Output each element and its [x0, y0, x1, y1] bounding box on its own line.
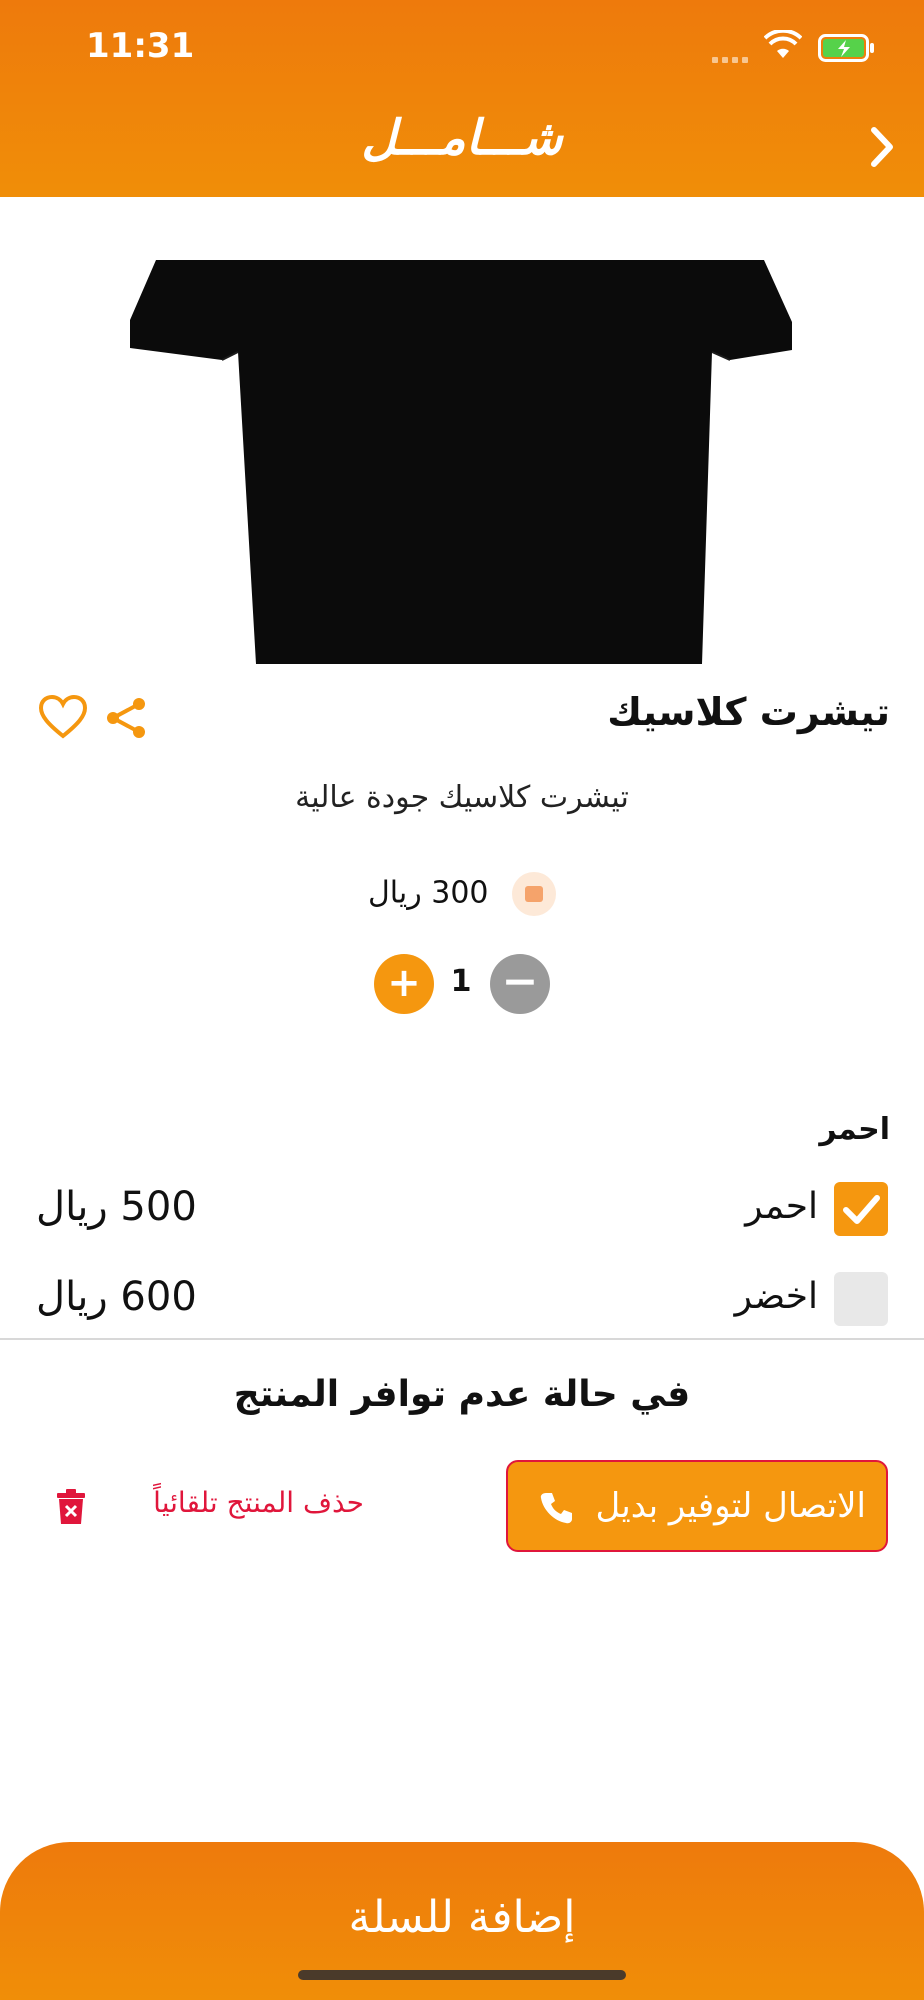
option-price: 500 ريال: [36, 1184, 197, 1230]
check-icon: [843, 1195, 880, 1224]
option-price: 600 ريال: [36, 1274, 197, 1320]
call-alternative-button[interactable]: الاتصال لتوفير بديل: [506, 1460, 888, 1552]
option-checkbox[interactable]: [834, 1182, 888, 1236]
option-label: احمر: [745, 1186, 818, 1227]
product-title-row: تيشرت كلاسيك: [0, 690, 924, 750]
coin-icon: [512, 872, 557, 916]
phone-icon: [540, 1493, 572, 1524]
product-title: تيشرت كلاسيك: [607, 690, 890, 734]
brand-title: شـــامـــل: [361, 110, 563, 166]
battery-icon: [818, 34, 874, 62]
trash-icon[interactable]: [56, 1488, 86, 1526]
price-row: 300 ريال: [0, 872, 924, 916]
product-price: 300 ريال: [367, 875, 489, 911]
quantity-value: 1: [450, 964, 472, 999]
divider: [0, 1338, 924, 1340]
quantity-plus-button[interactable]: +: [374, 954, 434, 1014]
option-checkbox[interactable]: [834, 1272, 888, 1326]
chevron-right-icon[interactable]: [858, 122, 908, 172]
option-row[interactable]: اخضر 600 ريال: [0, 1268, 924, 1328]
quantity-minus-button[interactable]: −: [490, 954, 550, 1014]
home-indicator: [298, 1970, 626, 1980]
add-to-cart-label: إضافة للسلة: [348, 1892, 576, 1943]
product-image: [130, 260, 792, 664]
call-alternative-label: الاتصال لتوفير بديل: [595, 1486, 866, 1526]
share-icon[interactable]: [104, 696, 148, 740]
status-time: 11:31: [86, 26, 195, 66]
signal-icon: [712, 48, 754, 63]
option-row[interactable]: احمر 500 ريال: [0, 1178, 924, 1238]
auto-remove-option[interactable]: حذف المنتج تلقائياً: [138, 1486, 364, 1519]
wifi-icon: [764, 30, 802, 58]
product-description: تيشرت كلاسيك جودة عالية: [295, 780, 629, 815]
app-header: 11:31 شـــامـــل: [0, 0, 924, 197]
heart-icon[interactable]: [38, 694, 88, 740]
option-label: اخضر: [734, 1276, 818, 1317]
quantity-stepper: + 1 −: [0, 954, 924, 1016]
unavailability-title: في حالة عدم توافر المنتج: [233, 1374, 691, 1415]
option-group-title: احمر: [819, 1112, 890, 1147]
